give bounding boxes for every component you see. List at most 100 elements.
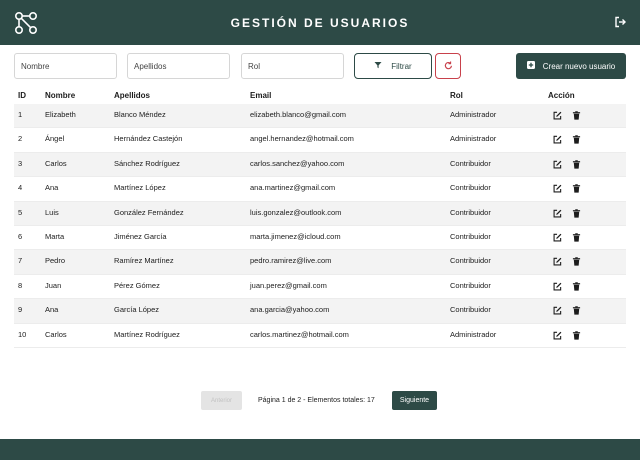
- row-actions: [553, 135, 581, 145]
- trash-icon[interactable]: [572, 306, 581, 315]
- cell-rol: Contribuidor: [450, 256, 491, 266]
- filter-button[interactable]: Filtrar: [354, 53, 432, 79]
- cell-id: 9: [18, 305, 23, 315]
- refresh-icon: [444, 57, 453, 75]
- cell-rol: Contribuidor: [450, 158, 491, 168]
- table-row: 8 Juan Pérez Gómez juan.perez@gmail.com …: [14, 275, 626, 300]
- edit-icon[interactable]: [553, 282, 562, 291]
- row-actions: [553, 233, 581, 242]
- cell-id: 1: [18, 110, 23, 119]
- cell-email: carlos.sanchez@yahoo.com: [250, 158, 345, 168]
- column-header-email: Email: [250, 91, 272, 100]
- table-header: ID Nombre Apellidos Email Rol Acción: [14, 88, 626, 104]
- cell-rol: Administrador: [450, 134, 497, 144]
- cell-id: 5: [18, 207, 23, 217]
- cell-id: 3: [18, 158, 23, 168]
- nombre-filter-input[interactable]: [14, 53, 117, 79]
- cell-rol: Contribuidor: [450, 231, 491, 241]
- cell-rol: Contribuidor: [450, 280, 491, 290]
- plus-square-icon: [526, 61, 535, 71]
- edit-icon[interactable]: [553, 209, 562, 218]
- row-actions: [553, 282, 581, 291]
- cell-nombre: Ana: [45, 183, 59, 193]
- table-row: 1 Elizabeth Blanco Méndez elizabeth.blan…: [14, 104, 626, 129]
- table-row: 9 Ana García López ana.garcia@yahoo.com …: [14, 299, 626, 324]
- trash-icon[interactable]: [572, 111, 581, 120]
- cell-id: 10: [18, 329, 27, 339]
- row-actions: [553, 330, 581, 340]
- cell-email: elizabeth.blanco@gmail.com: [250, 110, 346, 119]
- edit-icon[interactable]: [553, 160, 562, 169]
- trash-icon[interactable]: [572, 184, 581, 193]
- table-row: 2 Ángel Hernández Castejón angel.hernand…: [14, 128, 626, 153]
- cell-apellidos: Pérez Gómez: [114, 280, 160, 290]
- page-title: GESTIÓN DE USUARIOS: [230, 16, 410, 30]
- app-footer: [0, 439, 640, 460]
- row-actions: [553, 111, 581, 120]
- cell-email: carlos.martinez@hotmail.com: [250, 329, 349, 339]
- next-page-button[interactable]: Siguiente: [392, 391, 437, 410]
- trash-icon[interactable]: [572, 208, 581, 218]
- row-actions: [553, 306, 581, 315]
- cell-nombre: Ana: [45, 305, 59, 315]
- cell-id: 7: [18, 256, 23, 266]
- cell-email: angel.hernandez@hotmail.com: [250, 134, 354, 144]
- edit-icon[interactable]: [553, 306, 562, 315]
- edit-icon[interactable]: [553, 233, 562, 242]
- pagination: Anterior Página 1 de 2 - Elementos total…: [0, 391, 640, 410]
- cell-apellidos: Martínez Rodríguez: [114, 329, 180, 339]
- pagination-info: Página 1 de 2 - Elementos totales: 17: [258, 397, 375, 404]
- cell-email: pedro.ramirez@live.com: [250, 256, 332, 266]
- cell-id: 2: [18, 134, 23, 144]
- edit-icon[interactable]: [553, 257, 562, 266]
- users-table-body: 1 Elizabeth Blanco Méndez elizabeth.blan…: [14, 104, 626, 348]
- trash-icon[interactable]: [572, 160, 581, 169]
- table-row: 4 Ana Martínez López ana.martinez@gmail.…: [14, 177, 626, 202]
- trash-icon[interactable]: [572, 135, 581, 145]
- table-row: 6 Marta Jiménez García marta.jimenez@icl…: [14, 226, 626, 251]
- table-row: 3 Carlos Sánchez Rodríguez carlos.sanche…: [14, 152, 626, 178]
- cell-apellidos: González Fernández: [114, 207, 184, 217]
- cell-nombre: Marta: [45, 231, 65, 241]
- column-header-apellidos: Apellidos: [114, 91, 151, 100]
- edit-icon[interactable]: [553, 331, 562, 340]
- edit-icon[interactable]: [553, 135, 562, 144]
- edit-icon[interactable]: [553, 184, 562, 193]
- column-header-nombre: Nombre: [45, 91, 76, 100]
- cell-email: ana.martinez@gmail.com: [250, 183, 336, 193]
- trash-icon[interactable]: [572, 257, 581, 266]
- cell-apellidos: Hernández Castejón: [114, 134, 183, 144]
- table-row: 7 Pedro Ramírez Martínez pedro.ramirez@l…: [14, 250, 626, 275]
- cell-apellidos: Blanco Méndez: [114, 110, 166, 119]
- rol-filter-input[interactable]: [241, 53, 344, 79]
- cell-rol: Administrador: [450, 329, 497, 339]
- cell-email: juan.perez@gmail.com: [250, 280, 327, 290]
- cell-nombre: Carlos: [45, 158, 67, 168]
- edit-icon[interactable]: [553, 111, 562, 120]
- trash-icon[interactable]: [572, 330, 581, 340]
- cell-rol: Contribuidor: [450, 305, 491, 315]
- row-actions: [553, 208, 581, 218]
- row-actions: [553, 184, 581, 193]
- cell-id: 4: [18, 183, 23, 193]
- cell-apellidos: Ramírez Martínez: [114, 256, 174, 266]
- table-row: 5 Luis González Fernández luis.gonzalez@…: [14, 201, 626, 226]
- row-actions: [553, 160, 581, 169]
- cell-apellidos: Jiménez García: [114, 231, 167, 241]
- cell-email: marta.jimenez@icloud.com: [250, 231, 341, 241]
- reset-filters-button[interactable]: [435, 53, 461, 79]
- logout-icon[interactable]: [614, 15, 626, 28]
- cell-nombre: Carlos: [45, 329, 67, 339]
- cell-nombre: Juan: [45, 280, 62, 290]
- cell-email: luis.gonzalez@outlook.com: [250, 207, 342, 217]
- previous-page-button: Anterior: [201, 391, 242, 410]
- create-user-button[interactable]: Crear nuevo usuario: [516, 53, 626, 79]
- apellidos-filter-input[interactable]: [127, 53, 230, 79]
- row-actions: [553, 257, 581, 266]
- app-header: GESTIÓN DE USUARIOS: [0, 0, 640, 45]
- trash-icon[interactable]: [572, 233, 581, 242]
- trash-icon[interactable]: [572, 282, 581, 291]
- column-header-accion: Acción: [548, 91, 575, 100]
- filter-button-label: Filtrar: [391, 61, 412, 71]
- cell-nombre: Ángel: [45, 134, 65, 144]
